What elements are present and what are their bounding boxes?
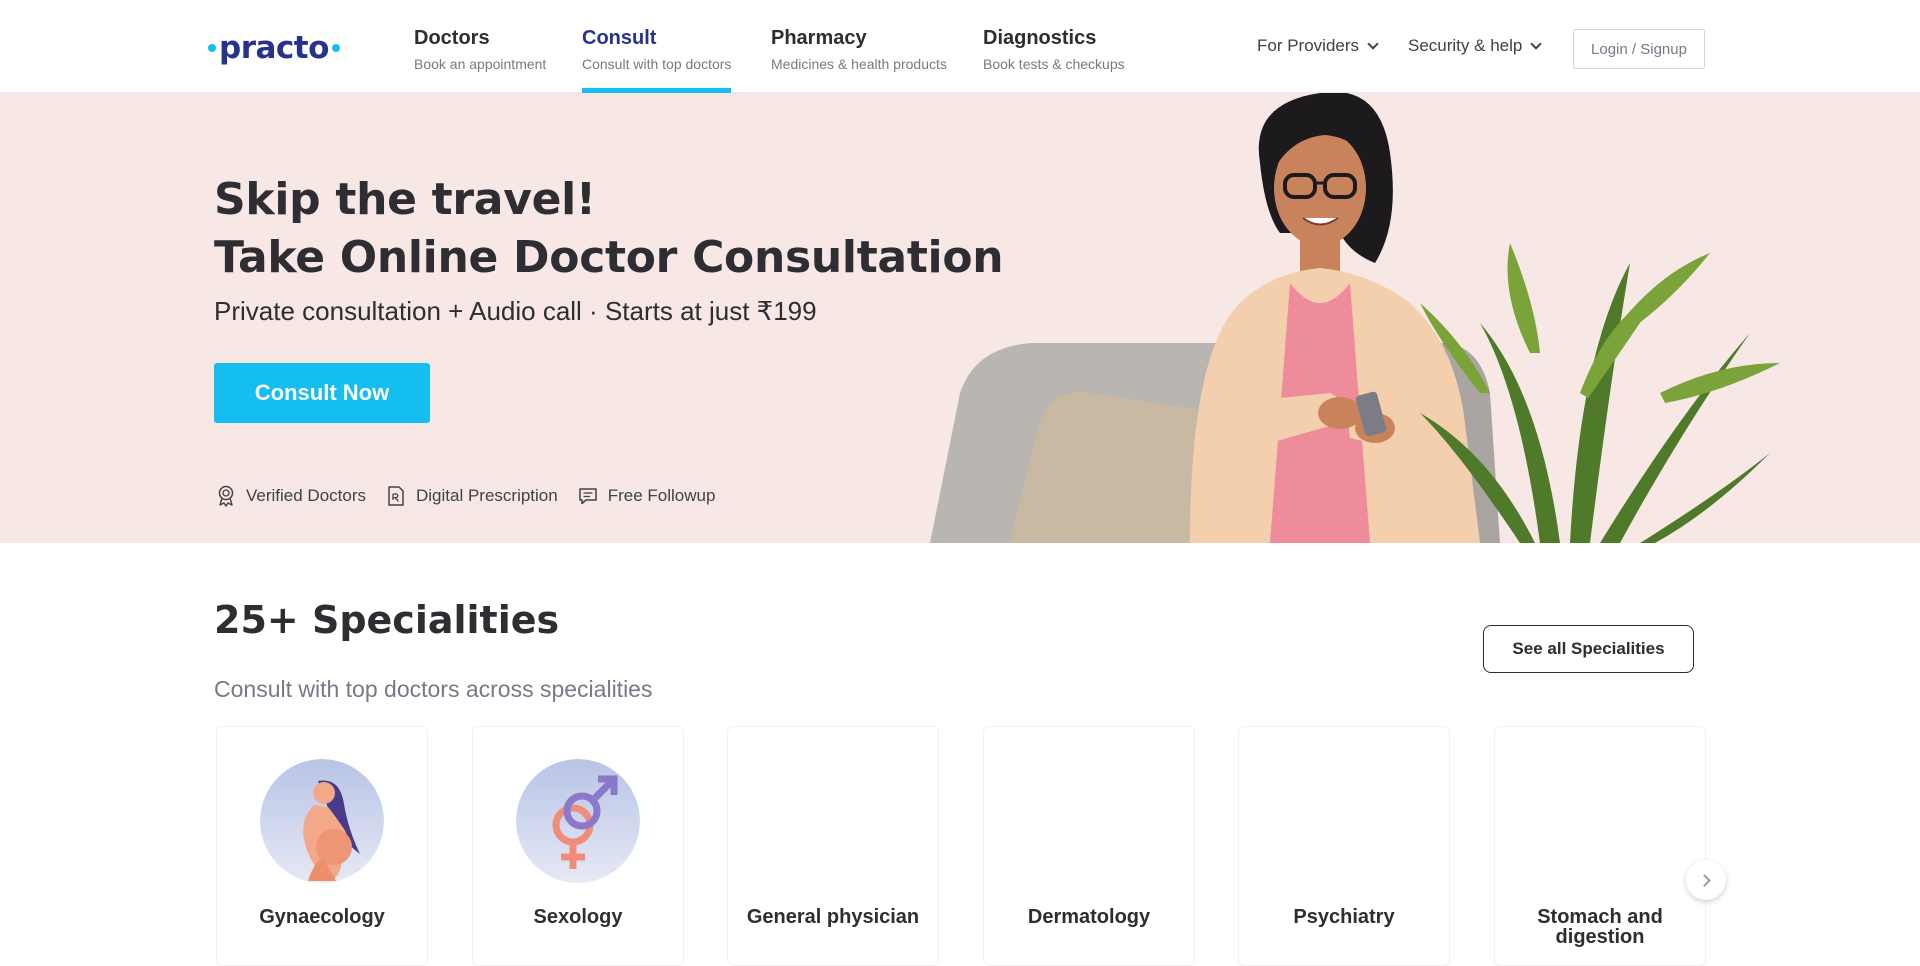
logo-dot-left (208, 44, 216, 52)
speciality-label: General physician (746, 906, 920, 928)
nav-doctors-subtitle: Book an appointment (414, 56, 547, 72)
speciality-carousel: Gynaecology Sexology General physician D… (216, 726, 1706, 966)
security-help-label: Security & help (1408, 36, 1523, 55)
nav-consult[interactable]: Consult Consult with top doctors (582, 26, 732, 93)
nav-consult-title: Consult (582, 27, 657, 49)
for-providers-dropdown[interactable]: For Providers (1257, 36, 1379, 56)
top-navbar: practo Doctors Book an appointment Consu… (0, 0, 1920, 93)
speciality-card-psychiatry[interactable]: Psychiatry (1238, 726, 1450, 966)
see-all-specialities-button[interactable]: See all Specialities (1483, 625, 1694, 673)
speciality-label: Stomach and digestion (1537, 906, 1663, 948)
for-providers-label: For Providers (1257, 36, 1360, 55)
nav-pharmacy-title: Pharmacy (771, 27, 867, 49)
nav-diagnostics[interactable]: Diagnostics Book tests & checkups (983, 26, 1125, 93)
hero-banner: Skip the travel! Take Online Doctor Cons… (0, 93, 1920, 543)
pregnant-woman-icon (260, 759, 384, 883)
nav-doctors[interactable]: Doctors Book an appointment (414, 26, 546, 93)
nav-consult-subtitle: Consult with top doctors (582, 56, 732, 72)
logo-dot-right (331, 44, 340, 52)
hero-subtitle: Private consultation + Audio call · Star… (214, 296, 817, 326)
feature-digital-prescription: Digital Prescription (386, 485, 558, 507)
verified-badge-icon (218, 485, 234, 507)
feature-label: Free Followup (607, 486, 716, 505)
nav-pharmacy[interactable]: Pharmacy Medicines & health products (771, 26, 947, 93)
chat-icon (578, 488, 597, 505)
feature-label: Digital Prescription (416, 486, 558, 505)
gender-symbols-icon (516, 759, 640, 883)
nav-diagnostics-title: Diagnostics (983, 27, 1097, 49)
practo-logo[interactable]: practo (208, 28, 340, 68)
speciality-card-sexology[interactable]: Sexology (472, 726, 684, 966)
prescription-icon (388, 486, 404, 506)
carousel-next-button[interactable] (1686, 860, 1726, 900)
hero-heading-line1: Skip the travel! (214, 174, 596, 225)
hero-features: Verified Doctors Digital Prescription Fr… (216, 485, 735, 507)
speciality-label: Psychiatry (1293, 906, 1395, 928)
speciality-card-general-physician[interactable]: General physician (727, 726, 939, 966)
specialities-title: 25+ Specialities (214, 598, 560, 642)
security-help-dropdown[interactable]: Security & help (1408, 36, 1543, 56)
chevron-down-icon (1530, 37, 1543, 50)
chevron-down-icon (1367, 37, 1379, 50)
consult-now-button[interactable]: Consult Now (214, 363, 430, 423)
feature-free-followup: Free Followup (578, 486, 716, 506)
login-signup-button[interactable]: Login / Signup (1573, 29, 1705, 69)
hero-heading-line2: Take Online Doctor Consultation (214, 232, 1004, 283)
feature-label: Verified Doctors (246, 486, 366, 505)
hero-heading: Skip the travel! Take Online Doctor Cons… (214, 171, 1004, 287)
logo-text: practo (219, 30, 329, 66)
speciality-label: Dermatology (1027, 906, 1151, 928)
nav-pharmacy-subtitle: Medicines & health products (771, 56, 947, 72)
speciality-label: Sexology (533, 906, 623, 928)
specialities-subtitle: Consult with top doctors across speciali… (214, 676, 653, 702)
chevron-right-icon (1697, 873, 1711, 887)
speciality-card-dermatology[interactable]: Dermatology (983, 726, 1195, 966)
nav-doctors-title: Doctors (414, 27, 490, 49)
feature-verified-doctors: Verified Doctors (216, 485, 366, 507)
speciality-label: Gynaecology (259, 906, 385, 928)
speciality-card-stomach-digestion[interactable]: Stomach and digestion (1494, 726, 1706, 966)
nav-diagnostics-subtitle: Book tests & checkups (983, 56, 1125, 72)
speciality-card-gynaecology[interactable]: Gynaecology (216, 726, 428, 966)
hero-woman-illustration (930, 93, 1780, 543)
